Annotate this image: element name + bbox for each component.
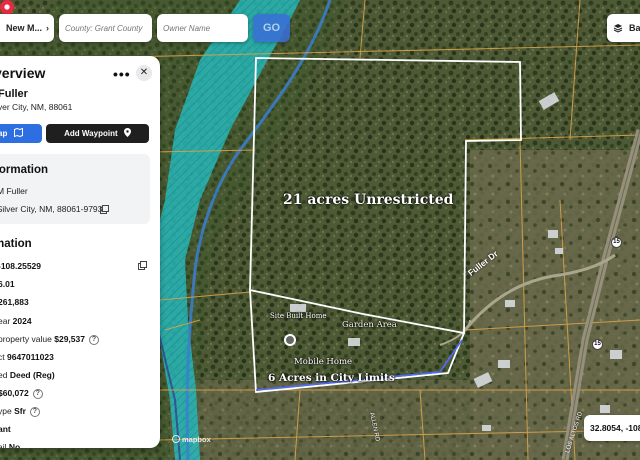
owner-info-title: nformation	[0, 164, 49, 176]
account-row: ct 9647011023	[0, 352, 54, 362]
go-button[interactable]: GO	[253, 14, 290, 42]
highway-shield: 15	[611, 237, 622, 248]
deed-row: ed Deed (Reg)	[0, 370, 55, 380]
new-map-dropdown[interactable]: New M... ›	[0, 14, 54, 42]
info-icon[interactable]: ?	[88, 334, 99, 345]
copy-icon[interactable]	[138, 261, 147, 270]
parcel-size-row: 261,883	[0, 297, 29, 307]
owner-status-row: ant	[0, 424, 11, 434]
panel-title: verview	[0, 65, 46, 81]
add-waypoint-label: Add Waypoint	[64, 129, 118, 138]
owner-address: lver City, NM, 88061	[0, 102, 73, 112]
map-icon	[13, 127, 23, 138]
acreage-label: 21 acres Unrestricted	[283, 192, 454, 208]
sale-amount-row: $60,072?	[0, 388, 43, 399]
copy-icon[interactable]	[100, 205, 109, 214]
garden-area-label: Garden Area	[342, 320, 397, 330]
coordinates-row: -108.25529	[0, 261, 42, 271]
layers-icon	[613, 24, 623, 33]
add-waypoint-button[interactable]: Add Waypoint	[46, 124, 149, 143]
site-built-home-label: Site Built Home	[270, 312, 327, 320]
location-pin-icon	[123, 128, 131, 137]
chevron-right-icon: ›	[46, 23, 50, 33]
mapbox-attribution: mapbox	[172, 435, 211, 444]
property-info-title: mation	[0, 238, 32, 250]
more-options-icon[interactable]: •••	[113, 66, 131, 82]
mapbox-logo-icon	[172, 435, 180, 443]
city-limits-label: 6 Acres in City Limits	[268, 372, 395, 384]
property-type-row: ype Sfr?	[0, 406, 40, 417]
owner-full-name: M Fuller	[0, 186, 28, 196]
owner-name: Fuller	[0, 88, 28, 100]
new-map-label: New M...	[6, 23, 43, 33]
top-toolbar: New M... › GO Ba	[0, 14, 640, 42]
county-input[interactable]	[59, 14, 152, 42]
basemap-button[interactable]: Ba	[607, 14, 640, 42]
property-overview-panel: verview ••• ✕ Fuller lver City, NM, 8806…	[0, 56, 160, 448]
home-marker-icon[interactable]	[284, 334, 296, 346]
owner-information-card: nformation M Fuller , Silver City, NM, 8…	[0, 154, 150, 224]
property-value-row: property value $29,537?	[0, 334, 99, 345]
map-button[interactable]: ap	[0, 124, 42, 143]
mailing-address: , Silver City, NM, 88061-9793	[0, 204, 103, 214]
tax-year-row: ear 2024	[0, 316, 32, 326]
map-button-label: ap	[0, 129, 8, 138]
info-icon[interactable]: ?	[32, 388, 43, 399]
coordinates-readout[interactable]: 32.8054, -108.2	[584, 415, 640, 441]
acres-row: 6.01	[0, 279, 15, 289]
owner-name-input[interactable]	[157, 14, 248, 42]
close-icon[interactable]: ✕	[136, 65, 152, 81]
info-icon[interactable]: ?	[29, 406, 40, 417]
mobile-home-label: Mobile Home	[294, 357, 353, 367]
mail-row: ail No	[0, 442, 21, 448]
highway-shield: 15	[592, 339, 603, 350]
basemap-label: Ba	[629, 23, 640, 33]
